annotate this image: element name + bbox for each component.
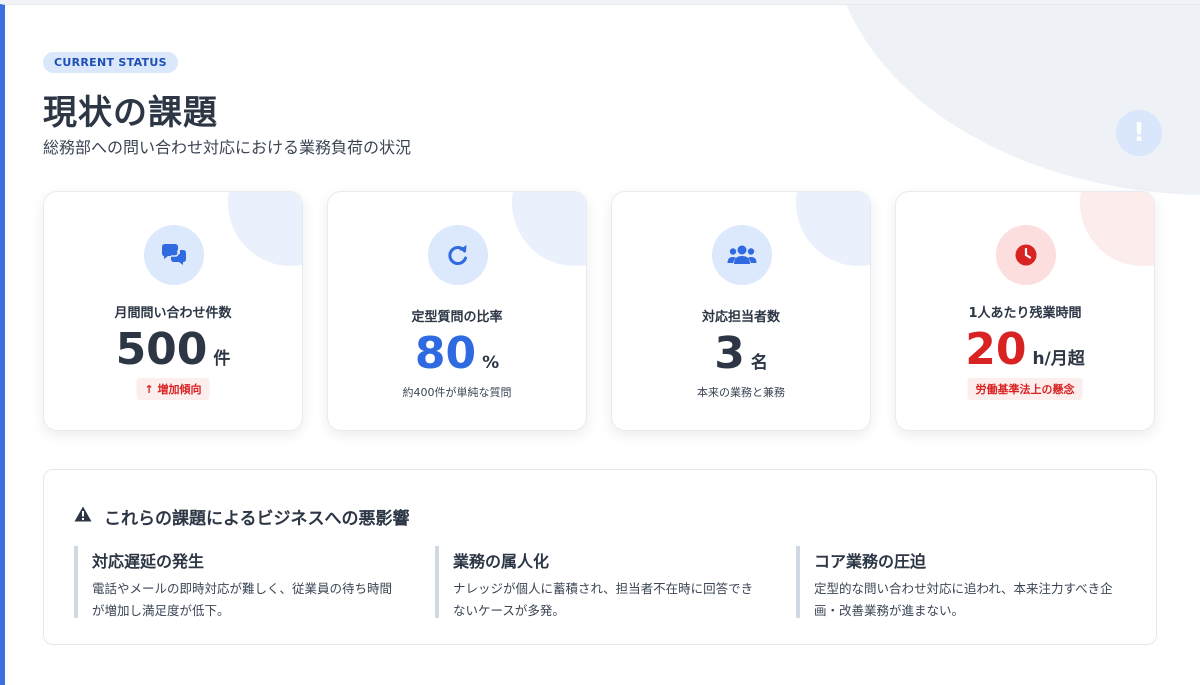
stat-value: 500 bbox=[115, 324, 208, 375]
impact-item: 業務の属人化 ナレッジが個人に蓄積され、担当者不在時に回答できないケースが多発。 bbox=[435, 546, 765, 618]
stat-label: 1人あたり残業時間 bbox=[968, 306, 1082, 321]
clock-icon bbox=[996, 225, 1056, 285]
impact-title: これらの課題によるビジネスへの悪影響 bbox=[74, 504, 410, 529]
impact-item-text: 電話やメールの即時対応が難しく、従業員の待ち時間が増加し満足度が低下。 bbox=[92, 581, 393, 618]
stat-value-row: 80 % bbox=[328, 328, 586, 380]
impact-item-heading: 対応遅延の発生 bbox=[92, 552, 205, 571]
stat-label: 対応担当者数 bbox=[701, 310, 780, 325]
stat-unit: 名 bbox=[750, 353, 768, 373]
impact-title-text: これらの課題によるビジネスへの悪影響 bbox=[104, 509, 410, 529]
page-subtitle: 総務部への問い合わせ対応における業務負荷の状況 bbox=[43, 138, 412, 157]
stat-unit: % bbox=[482, 353, 500, 373]
warning-badge: 労働基準法上の懸念 bbox=[967, 378, 1083, 400]
background-shape bbox=[831, 5, 1200, 195]
stat-card-routine-ratio: 定型質問の比率 80 % 約400件が単純な質問 bbox=[327, 191, 587, 431]
stat-value-row: 500 件 bbox=[44, 324, 302, 376]
alert-icon: ! bbox=[1116, 110, 1162, 156]
impact-panel: これらの課題によるビジネスへの悪影響 対応遅延の発生 電話やメールの即時対応が難… bbox=[43, 469, 1157, 645]
stat-card-overtime: 1人あたり残業時間 20 h/月超 労働基準法上の懸念 bbox=[895, 191, 1155, 431]
card-corner-decoration bbox=[228, 192, 302, 266]
stat-unit: h/月超 bbox=[1032, 349, 1085, 369]
trend-badge: ↑ 増加傾向 bbox=[136, 378, 210, 400]
stat-value: 20 bbox=[965, 324, 1027, 375]
stat-value: 80 bbox=[414, 328, 477, 379]
impact-item-text: ナレッジが個人に蓄積され、担当者不在時に回答できないケースが多発。 bbox=[453, 581, 754, 618]
stat-value: 3 bbox=[714, 328, 745, 379]
impact-item-heading: コア業務の圧迫 bbox=[814, 552, 927, 571]
stat-card-staff: 対応担当者数 3 名 本来の業務と兼務 bbox=[611, 191, 871, 431]
stat-label: 定型質問の比率 bbox=[411, 310, 503, 325]
stat-note: 約400件が単純な質問 bbox=[402, 386, 512, 399]
users-icon bbox=[712, 225, 772, 285]
stat-value-row: 20 h/月超 bbox=[896, 324, 1154, 376]
stat-label: 月間問い合わせ件数 bbox=[114, 306, 232, 321]
stat-note: 本来の業務と兼務 bbox=[697, 386, 785, 399]
section-tag: CURRENT STATUS bbox=[43, 52, 178, 73]
card-corner-decoration bbox=[512, 192, 586, 266]
stat-card-inquiries: 月間問い合わせ件数 500 件 ↑ 増加傾向 bbox=[43, 191, 303, 431]
refresh-icon bbox=[428, 225, 488, 285]
impact-item: 対応遅延の発生 電話やメールの即時対応が難しく、従業員の待ち時間が増加し満足度が… bbox=[74, 546, 404, 618]
stat-value-row: 3 名 bbox=[612, 328, 870, 380]
impact-item-heading: 業務の属人化 bbox=[453, 552, 550, 571]
impact-item: コア業務の圧迫 定型的な問い合わせ対応に追われ、本来注力すべき企画・改善業務が進… bbox=[796, 546, 1126, 618]
page-title: 現状の課題 bbox=[43, 93, 218, 133]
impact-item-text: 定型的な問い合わせ対応に追われ、本来注力すべき企画・改善業務が進まない。 bbox=[814, 581, 1113, 618]
card-corner-decoration bbox=[1080, 192, 1154, 266]
warning-triangle-icon bbox=[74, 506, 92, 527]
card-corner-decoration bbox=[796, 192, 870, 266]
stat-unit: 件 bbox=[213, 349, 231, 369]
slide: ! CURRENT STATUS 現状の課題 総務部への問い合わせ対応における業… bbox=[0, 4, 1200, 685]
chat-bubbles-icon bbox=[144, 225, 204, 285]
